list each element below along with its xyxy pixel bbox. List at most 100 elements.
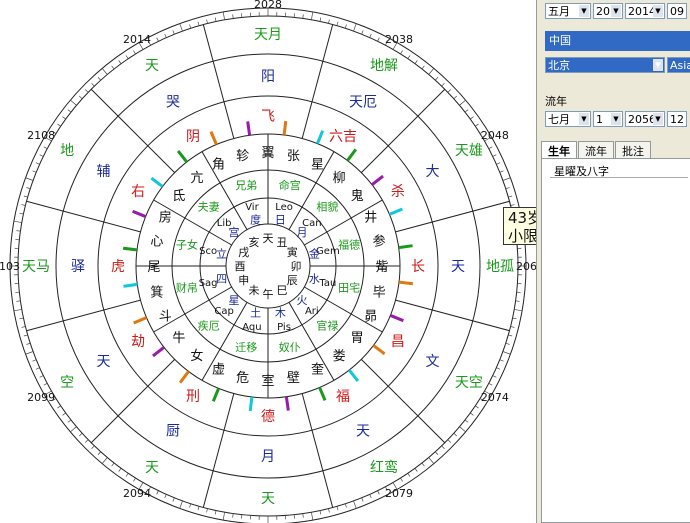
wheel-tick	[101, 68, 108, 75]
wheel-tick	[441, 83, 445, 87]
wheel-tick	[428, 68, 435, 75]
wheel-tick	[62, 412, 66, 416]
wheel-tick	[214, 17, 217, 22]
wheel-tick	[421, 65, 425, 70]
sector-mid-star: 文	[426, 354, 440, 370]
lunar-mansion: 昴	[364, 309, 377, 324]
liunian-year-select[interactable]: 2056 ▼	[625, 111, 665, 127]
year-label: 2064	[516, 260, 536, 273]
wheel-tick	[70, 426, 77, 433]
wheel-tick	[302, 513, 304, 518]
lunar-mansion: 房	[159, 210, 172, 226]
wheel-tick	[508, 334, 513, 337]
sector-inner-star: 长	[411, 259, 425, 275]
planet-glyph: 水	[309, 272, 320, 285]
wheel-tick	[453, 95, 457, 99]
planet-glyph: 金	[309, 247, 320, 261]
year-label: 2074	[481, 391, 509, 404]
wheel-tick	[222, 512, 225, 521]
wheel-tick	[499, 359, 504, 362]
sector-outer-star: 天马	[22, 259, 50, 275]
zodiac-sign: Ari	[305, 306, 319, 317]
wheel-tick	[156, 490, 159, 495]
lunar-mansion: 箕	[150, 284, 163, 300]
chart-area[interactable]: 2028203820482064207420792090209420992103…	[0, 0, 536, 523]
year-label: 2108	[27, 129, 55, 142]
wheel-tick	[459, 426, 466, 433]
planet-glyph: 土	[250, 306, 261, 319]
liunian-date-row: 七月 ▼ 1 ▼ 2056 ▼ 12	[545, 111, 687, 129]
sector-inner-star: 福	[336, 389, 350, 405]
wheel-tick	[97, 77, 101, 81]
accent-marker	[122, 246, 138, 252]
side-panel: 五月 ▼ 20 ▼ 2014 ▼ 09 中国 北京 ▼ Asia 流年 七月 ▼ 1 ▼ 2…	[536, 0, 690, 523]
wheel-tick	[222, 11, 225, 20]
month-select[interactable]: 五月 ▼	[545, 3, 591, 19]
lunar-mansion: 毕	[373, 285, 386, 300]
wheel-tick	[311, 11, 314, 20]
sector-inner-star: 昌	[391, 334, 405, 350]
wheel-tick	[447, 439, 451, 443]
astrology-wheel[interactable]: 2028203820482064207420792090209420992103…	[0, 0, 536, 523]
wheel-tick	[377, 490, 380, 495]
wheel-tick	[505, 342, 510, 345]
lunar-mansion: 心	[150, 235, 163, 250]
zodiac-sign: Pis	[277, 322, 291, 333]
wheel-tick	[85, 89, 89, 93]
country-field[interactable]: 中国	[545, 31, 690, 51]
region-select[interactable]: Asia	[667, 57, 690, 73]
palace-name: 福德	[338, 237, 360, 251]
lunar-mansion: 翼	[261, 146, 274, 161]
planet-glyph: 星	[229, 294, 240, 307]
wheel-tick	[328, 508, 330, 513]
sector-mid-star: 哭	[166, 94, 180, 110]
accent-marker	[282, 120, 288, 136]
wheel-tick	[361, 497, 364, 502]
hour-select[interactable]: 09	[667, 3, 687, 19]
wheel-tick	[492, 154, 497, 157]
wheel-tick	[32, 170, 37, 173]
wheel-tick	[414, 60, 418, 64]
accent-marker	[152, 346, 165, 358]
wheel-tick	[441, 445, 445, 449]
planet-glyph: 日	[275, 214, 286, 227]
wheel-tick	[62, 116, 66, 120]
liunian-hour-select[interactable]: 12	[667, 111, 687, 127]
year-label: 2094	[123, 487, 151, 500]
wheel-tick	[97, 451, 101, 455]
wheel-tick	[23, 195, 28, 198]
liunian-month-select[interactable]: 七月 ▼	[545, 111, 591, 127]
sector-outer-star: 天月	[254, 27, 282, 43]
liunian-day-select[interactable]: 1 ▼	[593, 111, 623, 127]
palace-name: 田宅	[338, 281, 360, 295]
wheel-tick	[197, 506, 200, 511]
wheel-tick	[453, 433, 457, 437]
palace-name: 命宫	[279, 178, 301, 192]
lunar-mansion: 虚	[212, 363, 225, 378]
accent-marker	[389, 314, 404, 323]
sector-inner-star: 德	[261, 409, 275, 425]
planet-glyph: 四	[216, 272, 227, 285]
sector-inner-star: 六吉	[329, 129, 357, 145]
palace-name: 兄弟	[235, 179, 257, 192]
wheel-tick	[319, 17, 322, 22]
accent-marker	[209, 131, 218, 146]
sector-inner-star: 杀	[391, 184, 405, 200]
wheel-tick	[377, 37, 380, 42]
sector-divider	[202, 24, 235, 139]
wheel-tick	[488, 383, 493, 386]
chevron-down-icon: ▼	[653, 113, 663, 125]
wheel-tick	[499, 170, 504, 173]
year-select[interactable]: 2014 ▼	[625, 3, 665, 19]
day-select[interactable]: 20 ▼	[593, 3, 623, 19]
wheel-tick	[79, 95, 83, 99]
wheel-tick	[302, 14, 304, 19]
wheel-tick	[35, 162, 40, 165]
sector-inner-star: 阴	[186, 129, 200, 145]
wheel-tick	[421, 462, 425, 467]
wheel-tick	[353, 500, 357, 509]
lunar-mansion: 参	[373, 234, 386, 250]
city-select[interactable]: 北京 ▼	[545, 57, 665, 73]
sector-divider	[395, 299, 510, 332]
year-label: 2038	[385, 33, 413, 46]
